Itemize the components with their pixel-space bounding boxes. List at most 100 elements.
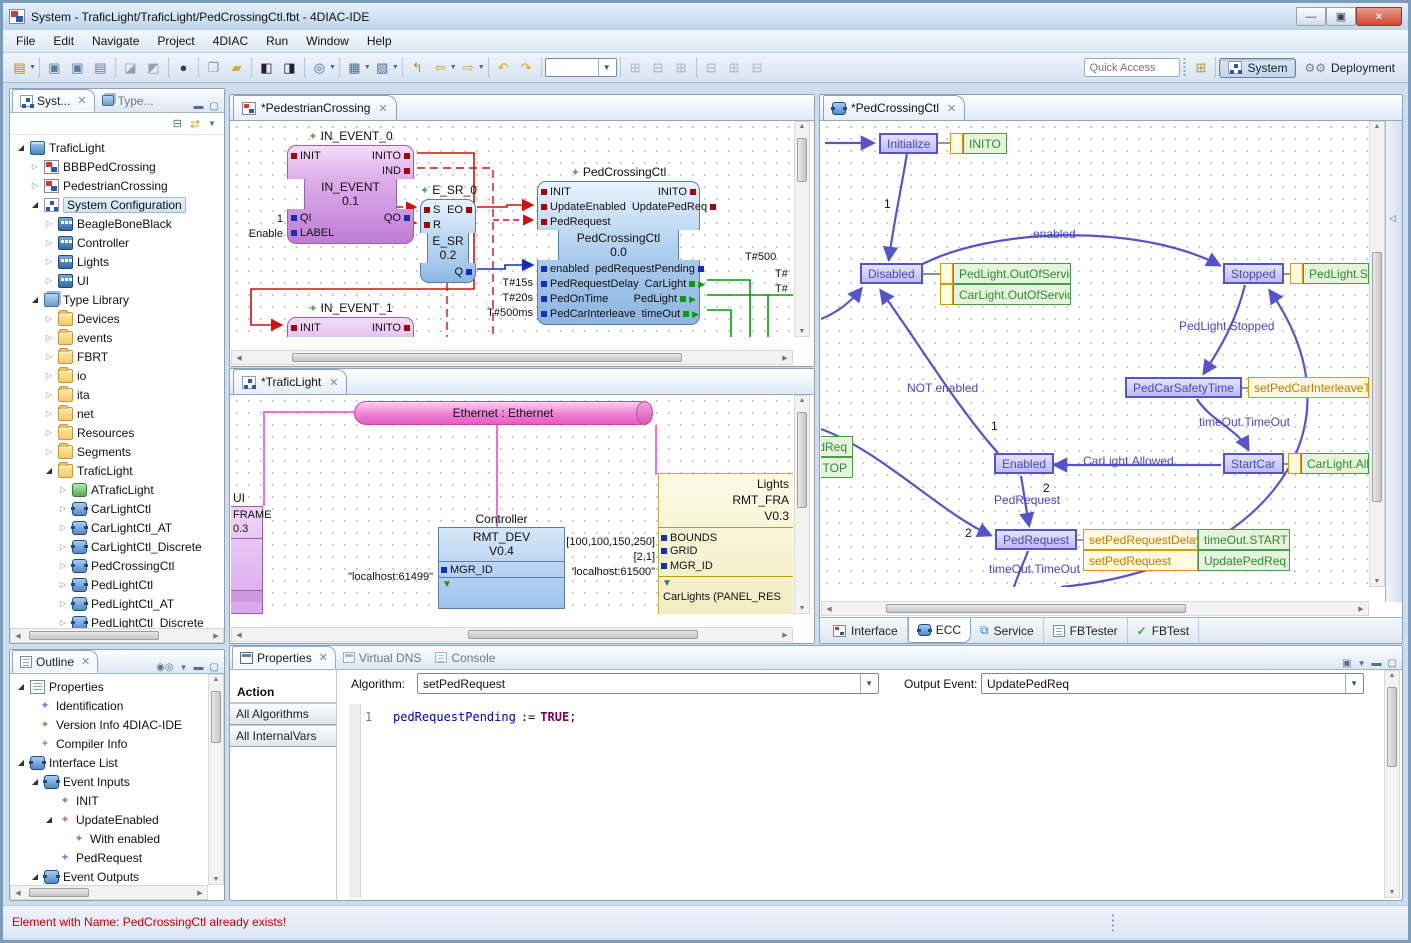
transition-timeout-mid[interactable]: timeOut.TimeOut: [1199, 415, 1290, 429]
collapsed-palette[interactable]: ◁: [1385, 121, 1402, 602]
minimize-view-icon[interactable]: ▬: [1372, 658, 1382, 669]
last-edit-button[interactable]: ↰: [406, 57, 429, 79]
close-icon[interactable]: ✕: [329, 376, 338, 389]
outline-item-with-enabled[interactable]: ✦With enabled: [10, 829, 224, 848]
data-pin[interactable]: [441, 567, 447, 573]
expand-icon[interactable]: ▷: [44, 447, 54, 456]
action-event-pedlight-outofservice[interactable]: PedLight.OutOfService: [953, 263, 1071, 284]
event-pin[interactable]: [710, 204, 716, 210]
debug-globe-button[interactable]: ●: [172, 57, 195, 79]
state-stopped[interactable]: Stopped: [1223, 263, 1284, 284]
device-param-value[interactable]: "localhost:61499": [319, 571, 433, 583]
maximize-view-icon[interactable]: ▢: [210, 101, 219, 112]
menu-4diac[interactable]: 4DIAC: [204, 32, 257, 50]
save-button[interactable]: ▣: [43, 57, 66, 79]
tab-virtual-dns[interactable]: Virtual DNS: [336, 646, 428, 669]
tree-item-lights[interactable]: ▷Lights: [10, 252, 224, 271]
align-left-button[interactable]: ⊟: [700, 57, 723, 79]
tree-item-io[interactable]: ▷io: [10, 366, 224, 385]
tab-console[interactable]: Console: [428, 646, 502, 669]
event-pin[interactable]: [466, 207, 472, 213]
transition-priority[interactable]: 2: [965, 526, 972, 540]
expand-icon[interactable]: ◢: [16, 682, 26, 691]
device-ui[interactable]: FRAME 0.3: [231, 506, 263, 614]
tab-pedestriancrossing[interactable]: *PedestrianCrossing✕: [233, 95, 397, 120]
zoom-combo[interactable]: ▼: [545, 58, 617, 77]
expand-icon[interactable]: ▷: [58, 504, 68, 513]
action-event-timeout-start[interactable]: timeOut.START: [1198, 529, 1290, 550]
resource-name[interactable]: CarLights (PANEL_RES: [659, 589, 793, 603]
expand-icon[interactable]: ▷: [44, 257, 54, 266]
forward-button[interactable]: ⇨: [457, 57, 480, 79]
adapter-pin[interactable]: [683, 311, 689, 317]
quick-access-input[interactable]: [1084, 58, 1180, 77]
action-event-carlight-outofservice[interactable]: CarLight.OutOfService: [953, 284, 1071, 305]
data-pin[interactable]: [291, 215, 297, 221]
tab-pedcrossingctl[interactable]: *PedCrossingCtl✕: [823, 95, 965, 120]
data-pin[interactable]: [661, 548, 667, 554]
transition-pedlight-stopped[interactable]: PedLight.Stopped: [1179, 319, 1274, 333]
zoom-dropdown-icon[interactable]: ▼: [329, 64, 336, 71]
clipped-value[interactable]: T#: [775, 283, 791, 295]
statusbar-drag-handle[interactable]: [1111, 913, 1115, 933]
event-pin[interactable]: [404, 325, 410, 331]
save-all-button[interactable]: ▣: [66, 57, 89, 79]
tree-item-devices[interactable]: ▷Devices: [10, 309, 224, 328]
transition-pedrequest[interactable]: PedRequest: [994, 493, 1060, 507]
tree-item-bbbpedcrossing[interactable]: ▷BBBPedCrossing: [10, 157, 224, 176]
tree-item-net[interactable]: ▷net: [10, 404, 224, 423]
tab-fbtester[interactable]: FBTester: [1044, 618, 1128, 643]
event-pin[interactable]: [541, 189, 547, 195]
device-param-value[interactable]: [2,1]: [561, 551, 655, 563]
view-menu-icon[interactable]: ▼: [1358, 659, 1366, 668]
view-menu-icon[interactable]: ▼: [180, 663, 188, 672]
tree-item-system-configuration[interactable]: ◢System Configuration: [10, 195, 224, 214]
action-event-clipped-updatepedreq[interactable]: dReq: [821, 436, 853, 457]
open-folder-button[interactable]: ▰: [225, 57, 248, 79]
outline-item-init[interactable]: ✦INIT: [10, 791, 224, 810]
action-event-updatepedreq[interactable]: UpdatePedReq: [1198, 550, 1290, 571]
tree-item-resources[interactable]: ▷Resources: [10, 423, 224, 442]
open-new-view-icon[interactable]: ▣: [1342, 658, 1351, 669]
new-dropdown-icon[interactable]: ▼: [29, 64, 36, 71]
action-event-carlight-allow[interactable]: CarLight.All: [1301, 453, 1369, 474]
back-dropdown-icon[interactable]: ▼: [450, 64, 457, 71]
expand-icon[interactable]: ◢: [30, 777, 40, 786]
undo-button[interactable]: ↶: [492, 57, 515, 79]
close-icon[interactable]: ✕: [378, 102, 387, 115]
chevron-down-icon[interactable]: ▼: [1345, 674, 1358, 693]
tree-item-pedlightctl[interactable]: ▷PedLightCtl: [10, 575, 224, 594]
device-name[interactable]: Controller: [438, 512, 565, 526]
expand-icon[interactable]: ▷: [30, 162, 40, 171]
maximize-view-icon[interactable]: ▢: [210, 662, 219, 673]
expand-icon[interactable]: ▷: [44, 276, 54, 285]
expand-icon[interactable]: ▷: [44, 238, 54, 247]
data-pin[interactable]: [698, 266, 704, 272]
fb-insert-dropdown-icon[interactable]: ▼: [364, 64, 371, 71]
system-hscrollbar[interactable]: ◀▶: [231, 627, 793, 642]
expand-icon[interactable]: ▷: [44, 390, 54, 399]
menu-run[interactable]: Run: [257, 32, 297, 50]
device-lights[interactable]: Lights RMT_FRA V0.3 BOUNDS GRID MGR_ID ▼…: [658, 473, 793, 614]
outline-item-pedrequest[interactable]: ✦PedRequest: [10, 848, 224, 867]
tree-item-segments[interactable]: ▷Segments: [10, 442, 224, 461]
close-icon[interactable]: ✕: [319, 651, 328, 664]
transition-not-enabled[interactable]: NOT enabled: [907, 381, 978, 395]
tab-interface[interactable]: Interface: [824, 618, 908, 643]
action-algorithm-setpedrequestdelay[interactable]: setPedRequestDelay: [1083, 529, 1198, 550]
expand-icon[interactable]: ▷: [44, 409, 54, 418]
minimize-view-icon[interactable]: ▬: [194, 101, 204, 112]
expand-icon[interactable]: ◢: [30, 872, 40, 881]
palette-expand-icon[interactable]: ◁: [1389, 213, 1396, 224]
fb-pedcrossingctl[interactable]: ✦PedCrossingCtl INITINITO UpdateEnabledU…: [537, 181, 700, 325]
close-icon[interactable]: ✕: [81, 655, 90, 668]
properties-vscrollbar[interactable]: ▲▼: [1384, 670, 1400, 898]
outline-item-interface-list[interactable]: ◢Interface List: [10, 753, 224, 772]
expand-icon[interactable]: ▷: [44, 219, 54, 228]
expand-icon[interactable]: ▷: [58, 542, 68, 551]
action-algorithm-stub[interactable]: [1288, 453, 1301, 474]
print-button[interactable]: ▤: [89, 57, 112, 79]
adapter-pin[interactable]: [680, 296, 686, 302]
collapse-all-icon[interactable]: ⊟: [173, 117, 182, 130]
perspective-system-button[interactable]: System: [1219, 58, 1296, 78]
